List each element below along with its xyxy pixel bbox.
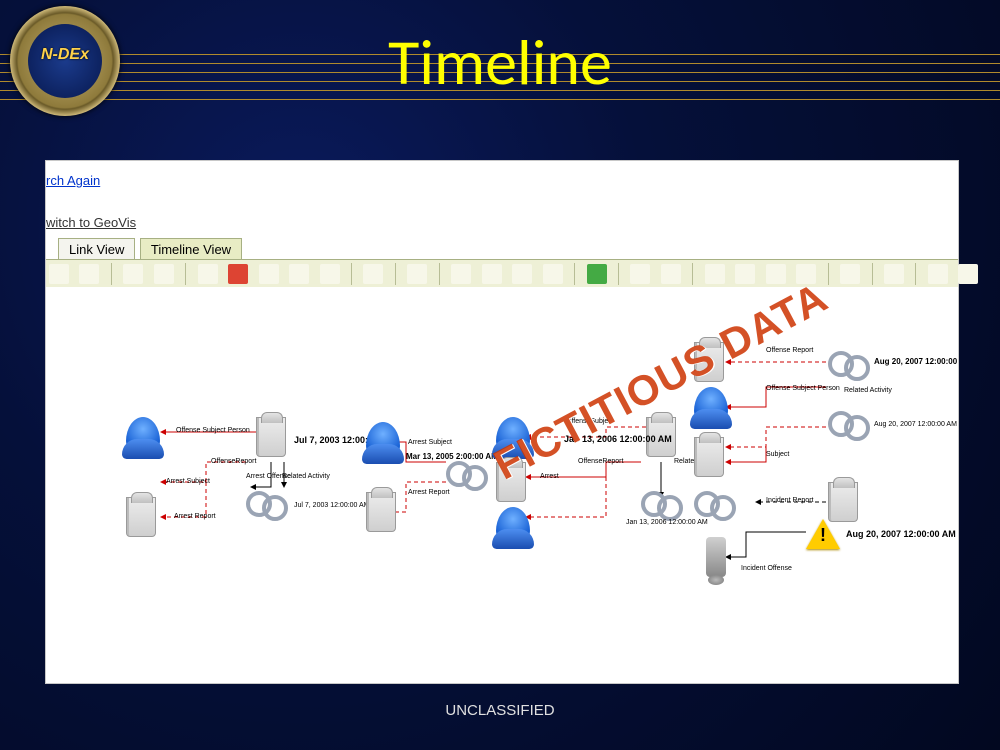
layout-b-icon[interactable] xyxy=(735,264,755,284)
label-offense-report: OffenseReport xyxy=(211,458,256,465)
zoom-fit-icon[interactable] xyxy=(543,264,563,284)
label-arrest-report: Arrest Report xyxy=(408,489,450,496)
slide-title: Timeline xyxy=(0,24,1000,102)
open-icon[interactable] xyxy=(49,264,69,284)
extra-b-icon[interactable] xyxy=(958,264,978,284)
view-tabs: Link View Timeline View xyxy=(58,237,242,259)
label-related-activity: Related Activity xyxy=(282,473,330,480)
toolbar-separator xyxy=(185,263,186,285)
toolbar-separator xyxy=(439,263,440,285)
handcuffs-icon[interactable] xyxy=(828,347,868,377)
copy-icon[interactable] xyxy=(123,264,143,284)
export-chart-icon[interactable] xyxy=(289,264,309,284)
event-date-b: Jan 13, 2006 12:00:00 AM xyxy=(626,519,708,526)
toolbar xyxy=(46,259,958,289)
toolbar-separator xyxy=(915,263,916,285)
handcuffs-icon[interactable] xyxy=(641,487,681,517)
handcuffs-icon[interactable] xyxy=(246,487,286,517)
toolbar-separator xyxy=(828,263,829,285)
tab-link-view[interactable]: Link View xyxy=(58,238,135,260)
switch-geo-link[interactable]: witch to GeoVis xyxy=(46,215,136,230)
label-incident-offense: Incident Offense xyxy=(741,565,792,572)
warning-icon[interactable] xyxy=(806,519,840,549)
label-incident-report: Incident Report xyxy=(766,497,813,504)
zoom-area-icon[interactable] xyxy=(451,264,471,284)
document-icon[interactable] xyxy=(694,437,724,477)
exclamation-icon[interactable] xyxy=(706,537,726,577)
layout-a-icon[interactable] xyxy=(705,264,725,284)
label-arrest: Arrest xyxy=(540,473,559,480)
undo-icon[interactable] xyxy=(630,264,650,284)
toolbar-separator xyxy=(618,263,619,285)
document-icon[interactable] xyxy=(828,482,858,522)
label-offense-subject-person: Offense Subject Person xyxy=(766,385,840,392)
paste-icon[interactable] xyxy=(154,264,174,284)
event-date-b: Aug 20, 2007 12:00:00 AM xyxy=(874,421,957,428)
person-icon[interactable] xyxy=(496,507,530,547)
event-date: Aug 20, 2007 12:00:00 AM xyxy=(874,357,958,366)
person-icon[interactable] xyxy=(126,417,160,457)
export-doc-icon[interactable] xyxy=(320,264,340,284)
export-image-icon[interactable] xyxy=(198,264,218,284)
handcuffs-icon[interactable] xyxy=(828,407,868,437)
toolbar-separator xyxy=(351,263,352,285)
layout-d-icon[interactable] xyxy=(796,264,816,284)
extra-a-icon[interactable] xyxy=(928,264,948,284)
help-icon[interactable] xyxy=(884,264,904,284)
label-arrest-subject: Arrest Subject xyxy=(166,478,210,485)
event-date-b: Jul 7, 2003 12:00:00 AM xyxy=(294,502,370,509)
classification-footer: UNCLASSIFIED xyxy=(0,702,1000,719)
export-users-icon[interactable] xyxy=(259,264,279,284)
search-again-link[interactable]: rch Again xyxy=(46,173,100,188)
toolbar-separator xyxy=(111,263,112,285)
toolbar-separator xyxy=(872,263,873,285)
label-related-activity: Related Activity xyxy=(844,387,892,394)
pointer-icon[interactable] xyxy=(363,264,383,284)
toolbar-separator xyxy=(692,263,693,285)
layout-c-icon[interactable] xyxy=(766,264,786,284)
app-panel: rch Again witch to GeoVis Link View Time… xyxy=(45,160,959,684)
label-offense-report: OffenseReport xyxy=(578,458,623,465)
document-icon[interactable] xyxy=(256,417,286,457)
redo-icon[interactable] xyxy=(661,264,681,284)
slide-header: N-DEx Timeline xyxy=(0,28,1000,108)
document-icon[interactable] xyxy=(126,497,156,537)
toolbar-separator xyxy=(574,263,575,285)
export-pdf-icon[interactable] xyxy=(228,264,248,284)
timeline-canvas[interactable]: Offense Subject Person Arrest Subject Ar… xyxy=(46,287,958,683)
tab-timeline-view[interactable]: Timeline View xyxy=(140,238,242,260)
pan-icon[interactable] xyxy=(407,264,427,284)
zoom-out-icon[interactable] xyxy=(512,264,532,284)
label-arrest-subject: Arrest Subject xyxy=(408,439,452,446)
event-date: Mar 13, 2005 2:00:00 AM xyxy=(406,452,498,461)
clock-icon[interactable] xyxy=(840,264,860,284)
event-date-c: Aug 20, 2007 12:00:00 AM xyxy=(846,529,956,539)
refresh-icon[interactable] xyxy=(587,264,607,284)
document-icon[interactable] xyxy=(366,492,396,532)
toolbar-separator xyxy=(395,263,396,285)
seal-label: N-DEx xyxy=(10,46,120,64)
label-arrest-report: Arrest Report xyxy=(174,513,216,520)
person-icon[interactable] xyxy=(694,387,728,427)
save-icon[interactable] xyxy=(79,264,99,284)
zoom-in-icon[interactable] xyxy=(482,264,502,284)
label-subject: Subject xyxy=(766,451,789,458)
label-offense-subject-person: Offense Subject Person xyxy=(176,427,250,434)
person-icon[interactable] xyxy=(366,422,400,462)
handcuffs-icon[interactable] xyxy=(694,487,734,517)
handcuffs-icon[interactable] xyxy=(446,457,486,487)
